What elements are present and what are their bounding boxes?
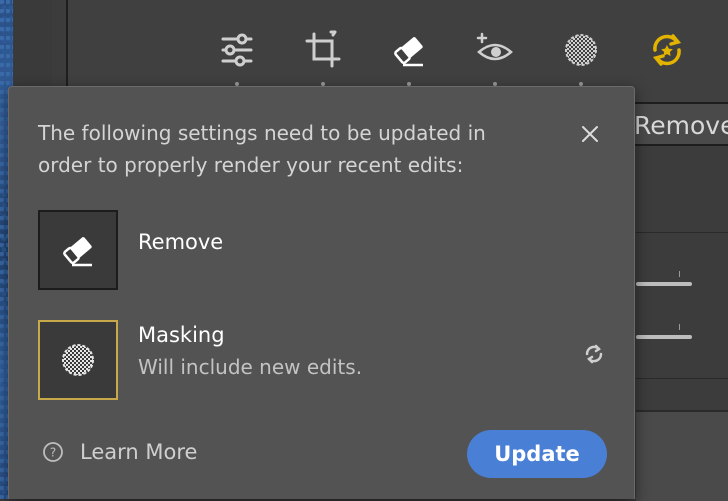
panel-bottom-box: [636, 410, 728, 501]
svg-text:?: ?: [50, 446, 56, 460]
tool-crop[interactable]: [280, 28, 366, 86]
close-button[interactable]: [577, 121, 603, 147]
divider: [636, 378, 728, 379]
masking-sync-badge: [581, 341, 607, 367]
sliders-icon: [221, 33, 253, 67]
red-eye-icon: [476, 32, 513, 61]
eraser-icon: [63, 237, 92, 267]
masking-item-subtitle: Will include new edits.: [138, 355, 363, 379]
divider: [636, 232, 728, 233]
mask-icon: [565, 34, 597, 66]
masking-item-thumbnail: [38, 320, 118, 400]
slider-track[interactable]: [636, 335, 692, 339]
tool-red-eye[interactable]: [452, 28, 538, 86]
learn-more-label: Learn More: [80, 440, 198, 464]
help-icon: ?: [43, 442, 63, 462]
remove-item-thumbnail: [38, 210, 118, 290]
crop-icon: [305, 30, 341, 68]
update-settings-dialog: The following settings need to be update…: [8, 86, 635, 499]
remove-item-title: Remove: [138, 230, 224, 254]
tool-masking[interactable]: [538, 28, 624, 86]
masking-item-title: Masking: [138, 323, 225, 347]
update-button[interactable]: Update: [467, 430, 607, 478]
edit-toolbar: [194, 28, 710, 86]
slider-tick: [679, 271, 680, 277]
tool-edit[interactable]: [194, 28, 280, 86]
remove-panel-tab[interactable]: Remove: [630, 102, 728, 146]
dialog-message: The following settings need to be update…: [38, 121, 486, 177]
slider-track[interactable]: [636, 282, 692, 286]
sync-icon: [585, 344, 603, 364]
tool-presets[interactable]: [624, 28, 710, 72]
eraser-icon: [394, 37, 423, 67]
close-icon: [582, 126, 598, 142]
presets-icon: [652, 34, 682, 66]
learn-more-link[interactable]: ? Learn More: [42, 440, 197, 464]
slider-tick: [679, 324, 680, 330]
tool-remove[interactable]: [366, 28, 452, 86]
mask-icon: [62, 344, 94, 376]
